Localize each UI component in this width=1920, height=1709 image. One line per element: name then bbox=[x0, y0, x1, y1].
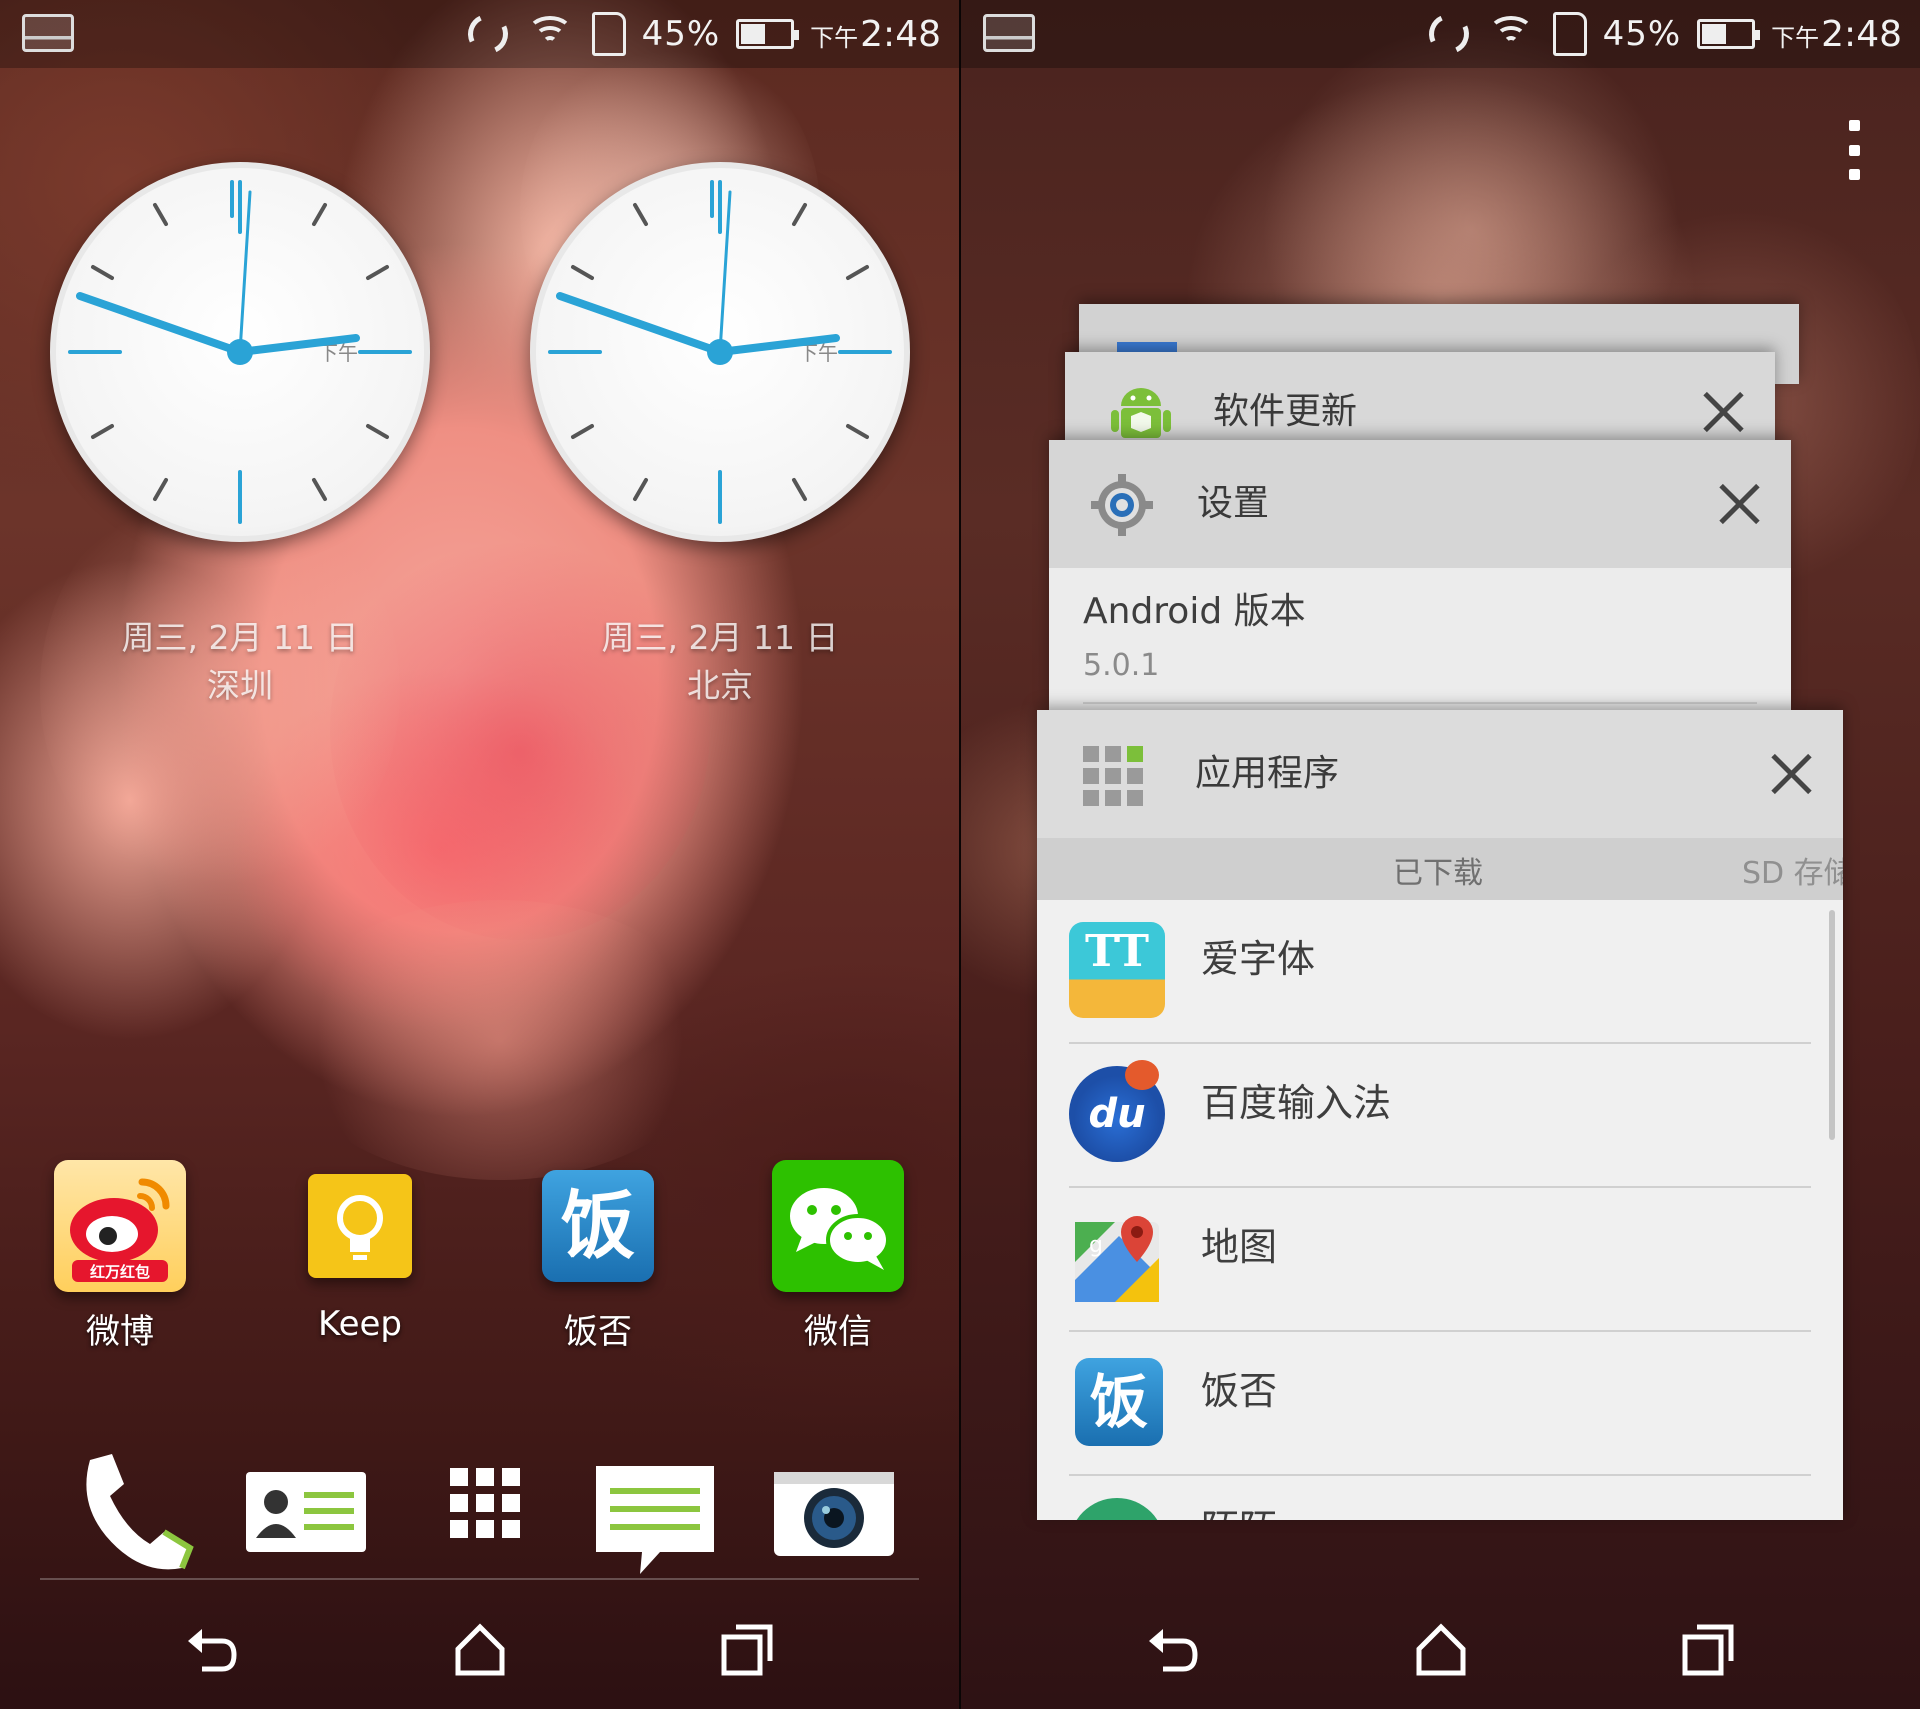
wifi-icon bbox=[1485, 12, 1537, 56]
apps-grid-icon bbox=[1083, 746, 1147, 810]
app-name: 饭否 bbox=[1201, 1369, 1278, 1413]
navigation-bar bbox=[0, 1589, 959, 1709]
app-label: Keep bbox=[317, 1304, 403, 1344]
list-item[interactable]: g 地图 bbox=[1037, 1188, 1843, 1332]
svg-text:g: g bbox=[1089, 1233, 1103, 1258]
clock-date: 周三, 2月 11 日 bbox=[121, 618, 359, 657]
recent-apps-button[interactable] bbox=[718, 1619, 778, 1679]
close-card-button[interactable] bbox=[1701, 390, 1745, 434]
messages-icon[interactable] bbox=[590, 1440, 720, 1580]
app-label: 微信 bbox=[804, 1312, 872, 1352]
back-button[interactable] bbox=[1143, 1619, 1203, 1679]
status-bar: 45% 下午 2:48 bbox=[961, 0, 1920, 68]
home-button[interactable] bbox=[450, 1619, 510, 1679]
apps-tab-bar: 已下载 SD 存储 bbox=[1037, 838, 1843, 900]
world-clock-shenzhen[interactable]: 下午 周三, 2月 11 日 深圳 bbox=[45, 162, 435, 710]
sync-icon bbox=[461, 8, 514, 60]
app-name: 地图 bbox=[1201, 1225, 1278, 1269]
overflow-menu-icon[interactable] bbox=[1846, 120, 1862, 180]
camera-icon[interactable] bbox=[770, 1440, 900, 1580]
tab-sd-storage[interactable]: SD 存储 bbox=[1742, 848, 1843, 892]
app-label: 饭否 bbox=[564, 1312, 632, 1352]
status-time: 下午 2:48 bbox=[1771, 14, 1902, 55]
screenshot-notification-icon bbox=[22, 14, 74, 52]
sync-icon bbox=[1422, 8, 1475, 60]
partial-app-icon bbox=[1069, 1498, 1165, 1520]
screenshot-notification-icon bbox=[983, 14, 1035, 52]
app-weibo[interactable]: 红万红包 微博 bbox=[35, 1160, 205, 1353]
weibo-icon: 红万红包 bbox=[54, 1160, 186, 1292]
app-drawer-icon[interactable] bbox=[440, 1440, 580, 1580]
baidu-ime-icon: du bbox=[1069, 1060, 1165, 1162]
clock-city: 深圳 bbox=[207, 666, 273, 705]
app-list: TT 爱字体 du 百度输入法 g 地图 饭 饭否 bbox=[1037, 900, 1843, 1520]
list-item[interactable]: 陌陌 bbox=[1037, 1476, 1843, 1520]
list-item[interactable]: 饭 饭否 bbox=[1037, 1332, 1843, 1476]
wifi-icon bbox=[524, 12, 576, 56]
app-label: 微博 bbox=[86, 1312, 154, 1352]
fanfou-glyph: 饭 bbox=[561, 1183, 635, 1269]
fanfou-glyph: 饭 bbox=[1089, 1368, 1148, 1436]
list-item[interactable]: TT 爱字体 bbox=[1037, 900, 1843, 1044]
navigation-bar bbox=[961, 1589, 1920, 1709]
recent-apps-button[interactable] bbox=[1679, 1619, 1739, 1679]
home-screen: 45% 下午 2:48 下午 周三, 2月 11 日 深圳 下午 周三, 2月 … bbox=[0, 0, 959, 1709]
dock-divider bbox=[40, 1578, 919, 1580]
status-time: 下午 2:48 bbox=[810, 14, 941, 55]
recent-card-apps[interactable]: 应用程序 已下载 SD 存储 TT 爱字体 du 百度输入法 g 地图 饭 饭否 bbox=[1037, 710, 1843, 1520]
aizi-font-icon: TT bbox=[1069, 922, 1165, 1018]
back-button[interactable] bbox=[182, 1619, 242, 1679]
time-value: 2:48 bbox=[1821, 13, 1902, 55]
card-title: 应用程序 bbox=[1195, 753, 1340, 794]
fanfou-icon: 饭 bbox=[1075, 1358, 1163, 1446]
contacts-icon[interactable] bbox=[240, 1440, 380, 1580]
close-card-button[interactable] bbox=[1769, 752, 1813, 796]
list-item[interactable]: du 百度输入法 bbox=[1037, 1044, 1843, 1188]
tab-downloaded[interactable]: 已下载 bbox=[1393, 848, 1483, 892]
status-bar: 45% 下午 2:48 bbox=[0, 0, 959, 68]
clock-date: 周三, 2月 11 日 bbox=[601, 618, 839, 657]
card-stub-icon bbox=[1117, 342, 1177, 352]
battery-icon bbox=[736, 19, 800, 49]
setting-label: Android 版本 bbox=[1083, 591, 1306, 632]
setting-value: 5.0.1 bbox=[1083, 648, 1160, 683]
time-ampm: 下午 bbox=[1771, 23, 1820, 52]
phone-icon[interactable] bbox=[60, 1440, 200, 1580]
time-ampm: 下午 bbox=[810, 23, 859, 52]
app-name: 陌陌 bbox=[1201, 1498, 1277, 1520]
sim-signal-icon bbox=[1552, 12, 1587, 56]
card-title: 设置 bbox=[1197, 483, 1270, 524]
battery-percent: 45% bbox=[1602, 14, 1682, 54]
world-clock-beijing[interactable]: 下午 周三, 2月 11 日 北京 bbox=[525, 162, 915, 710]
app-fanfou[interactable]: 饭 饭否 bbox=[513, 1160, 683, 1353]
app-wechat[interactable]: 微信 bbox=[753, 1160, 923, 1353]
battery-percent: 45% bbox=[641, 14, 721, 54]
settings-gear-icon bbox=[1089, 472, 1155, 538]
home-button[interactable] bbox=[1411, 1619, 1471, 1679]
analog-clock-face: 下午 bbox=[50, 162, 430, 542]
app-keep[interactable]: Keep bbox=[275, 1160, 445, 1344]
android-update-icon bbox=[1109, 380, 1173, 446]
close-card-button[interactable] bbox=[1717, 482, 1761, 526]
recent-card-settings[interactable]: 设置 Android 版本 5.0.1 bbox=[1049, 440, 1791, 712]
keep-lightbulb-icon bbox=[308, 1174, 412, 1278]
app-name: 百度输入法 bbox=[1201, 1081, 1392, 1125]
weibo-badge-text: 红万红包 bbox=[90, 1263, 150, 1281]
sim-signal-icon bbox=[591, 12, 626, 56]
battery-icon bbox=[1697, 19, 1761, 49]
settings-preview: Android 版本 5.0.1 bbox=[1049, 568, 1791, 712]
clock-city: 北京 bbox=[687, 666, 753, 705]
fanfou-icon: 饭 bbox=[542, 1170, 654, 1282]
analog-clock-face: 下午 bbox=[530, 162, 910, 542]
wechat-icon bbox=[772, 1160, 904, 1292]
google-maps-icon: g bbox=[1069, 1210, 1165, 1306]
recent-apps-screen: 45% 下午 2:48 软件更新 设置 Android 版本 5.0.1 应用程… bbox=[961, 0, 1920, 1709]
dock bbox=[0, 1440, 959, 1580]
app-name: 爱字体 bbox=[1201, 937, 1316, 981]
time-value: 2:48 bbox=[860, 13, 941, 55]
